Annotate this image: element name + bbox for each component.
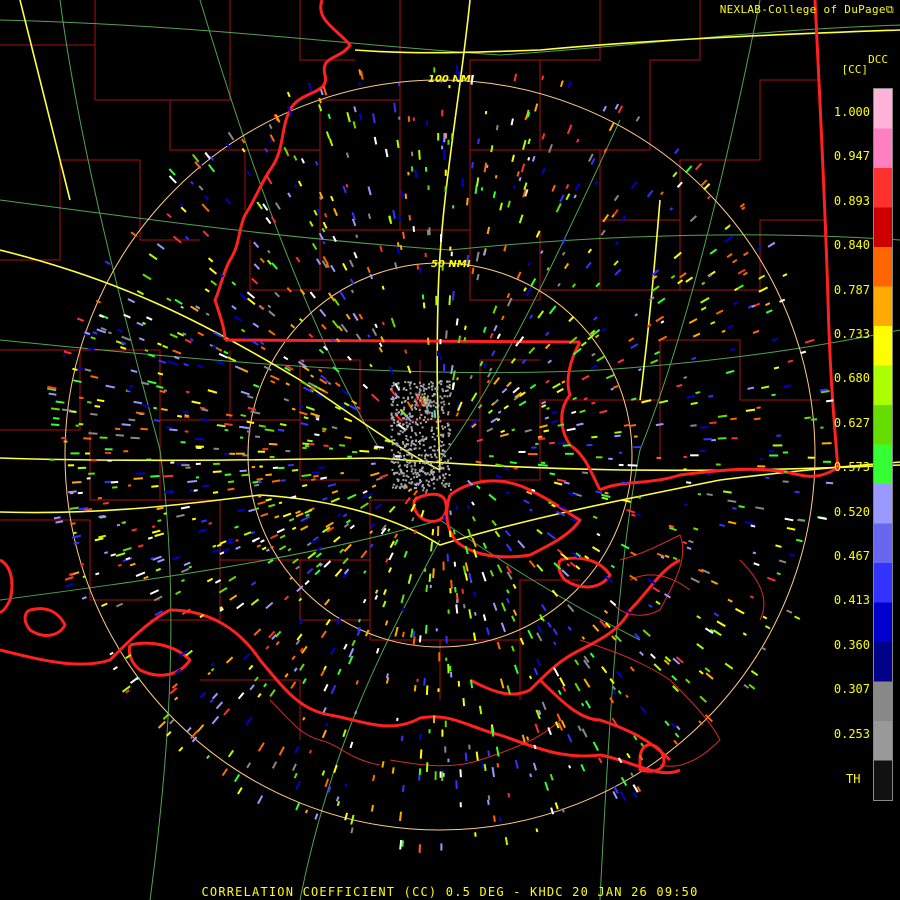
color-scale-label: 0.893 [833, 193, 870, 208]
color-scale-label: 0.307 [833, 682, 870, 697]
color-scale-label: 0.467 [833, 549, 870, 563]
color-scale-label: 0.787 [833, 282, 870, 297]
color-scale-bar [873, 88, 893, 801]
range-ring-labels: 100 NMI 50 NMI [428, 74, 475, 270]
product-unit: [CC] [841, 63, 869, 76]
radar-echoes [46, 65, 834, 853]
ring-label-100: 100 NMI [428, 74, 475, 85]
color-scale-label: 0.413 [833, 593, 870, 608]
color-scale-label: 0.573 [833, 460, 870, 475]
nexlab-credit[interactable]: NEXLAB-College of DuPage⧉ [720, 3, 894, 17]
roads [0, 0, 900, 900]
color-scale-label: 0.733 [833, 327, 870, 341]
color-scale-label: 0.627 [833, 415, 870, 430]
external-link-icon: ⧉ [885, 3, 894, 16]
credit-text: NEXLAB-College of DuPage [719, 3, 886, 16]
color-scale-label: 0.947 [833, 149, 870, 164]
radar-map: 100 NMI 50 NMI [0, 0, 900, 900]
color-scale-label: 0.680 [833, 371, 870, 386]
product-title: CORRELATION COEFFICIENT (CC) 0.5 DEG - K… [201, 885, 699, 899]
color-scale-label: 0.360 [833, 637, 870, 652]
ring-label-50: 50 NMI [431, 259, 471, 270]
color-scale-label: 0.520 [833, 504, 870, 519]
color-scale-label: 1.000 [833, 105, 870, 119]
color-scale-label: 0.840 [833, 238, 870, 253]
color-scale-label: 0.253 [833, 726, 870, 741]
product-code: DCC [868, 53, 888, 66]
color-scale-th-label: TH [846, 772, 861, 786]
